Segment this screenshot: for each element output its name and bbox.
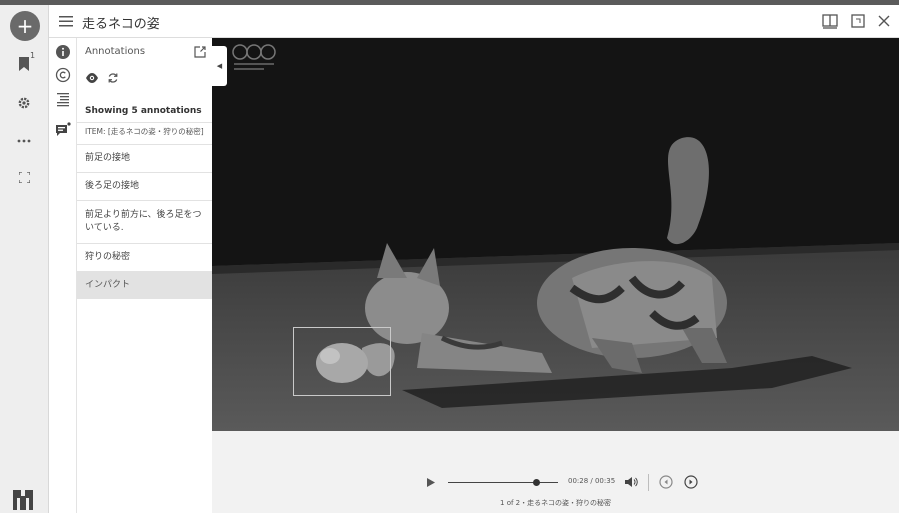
annotations-icon[interactable] xyxy=(55,121,71,137)
window-header: 走るネコの姿 xyxy=(49,5,899,38)
annotations-panel: Annotations Showing 5 annotations ITEM: … xyxy=(77,38,212,513)
list-icon[interactable] xyxy=(55,91,71,107)
close-icon[interactable] xyxy=(875,13,893,29)
video-frame[interactable]: ◀ xyxy=(212,38,899,431)
annotation-item[interactable]: 前足より前方に、後ろ足をついている. xyxy=(77,199,212,243)
creative-library-watermark-icon xyxy=(232,44,276,70)
video-player: ◀ 00:28 / 00:35 1 of 2・走るネコの姿・狩りの秘密 xyxy=(212,38,899,513)
canvas-caption: 1 of 2・走るネコの姿・狩りの秘密 xyxy=(500,499,611,507)
panel-toolbar xyxy=(85,72,119,84)
split-view-icon[interactable] xyxy=(821,13,839,29)
annotation-item[interactable]: 後ろ足の接地 xyxy=(77,171,212,200)
annotation-count: Showing 5 annotations xyxy=(85,106,202,116)
eye-icon[interactable] xyxy=(85,72,99,84)
previous-icon[interactable] xyxy=(659,475,673,489)
collapse-panel-button[interactable]: ◀ xyxy=(212,46,227,86)
volume-icon[interactable] xyxy=(624,476,638,488)
annotation-list: ITEM: [走るネコの姿・狩りの秘密] 前足の接地 後ろ足の接地 前足より前方… xyxy=(77,122,212,300)
annotation-item[interactable]: 前足の接地 xyxy=(77,143,212,172)
seek-track[interactable] xyxy=(448,482,558,483)
annotation-region-box[interactable] xyxy=(293,327,391,396)
annotation-item-active[interactable]: インパクト xyxy=(77,271,212,300)
bookmark-count-badge: 1 xyxy=(30,51,36,60)
annotation-item[interactable]: 狩りの秘密 xyxy=(77,243,212,271)
annotation-item-tag: ITEM: [走るネコの姿・狩りの秘密] xyxy=(77,122,212,144)
add-button[interactable]: + xyxy=(10,11,40,41)
player-controls: 00:28 / 00:35 1 of 2・走るネコの姿・狩りの秘密 xyxy=(212,468,899,513)
next-icon[interactable] xyxy=(684,475,698,489)
brand-logo-icon xyxy=(13,490,33,510)
gear-icon[interactable] xyxy=(12,91,36,115)
copyright-icon[interactable] xyxy=(55,67,71,83)
more-options-icon[interactable] xyxy=(12,129,36,153)
time-display: 00:28 / 00:35 xyxy=(568,477,616,485)
sidebar-tabs xyxy=(49,38,77,513)
menu-icon[interactable] xyxy=(57,13,75,29)
left-rail: + 1 xyxy=(0,5,49,513)
open-external-icon[interactable] xyxy=(194,46,206,58)
window-title: 走るネコの姿 xyxy=(82,17,160,32)
controls-divider xyxy=(648,474,649,491)
play-icon[interactable] xyxy=(427,478,435,487)
maximize-icon[interactable] xyxy=(849,13,867,29)
seek-thumb[interactable] xyxy=(532,479,540,486)
panel-heading: Annotations xyxy=(85,46,146,57)
info-icon[interactable] xyxy=(55,44,71,60)
sync-icon[interactable] xyxy=(107,72,119,84)
fullscreen-icon[interactable] xyxy=(12,165,36,189)
